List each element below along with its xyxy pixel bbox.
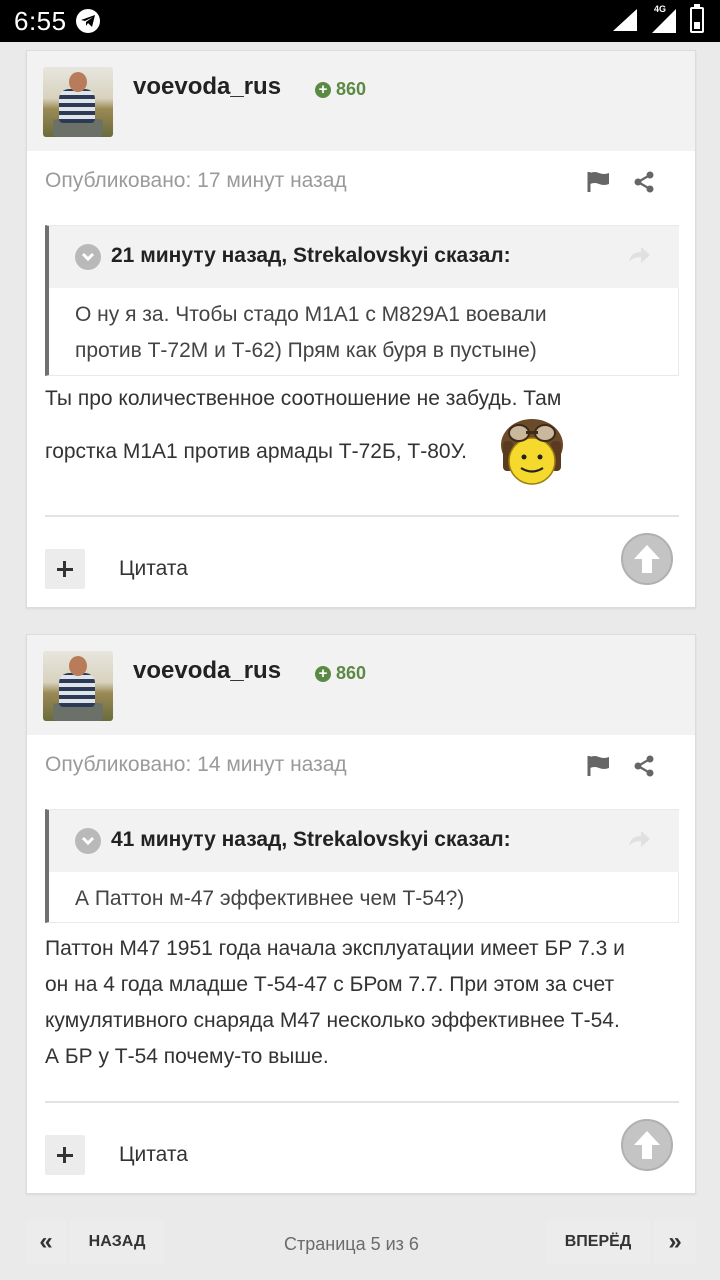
last-page-button[interactable]: » bbox=[654, 1220, 696, 1264]
share-icon[interactable] bbox=[633, 171, 655, 193]
post-body-line: Ты про количественное соотношение не заб… bbox=[45, 387, 562, 410]
quote-link-icon[interactable] bbox=[627, 246, 651, 264]
reputation-badge: + 860 bbox=[315, 79, 366, 100]
post-body-line: он на 4 года младше Т-54-47 с БРом 7.7. … bbox=[45, 973, 615, 996]
flag-icon[interactable] bbox=[587, 171, 611, 193]
post-date: Опубликовано: 17 минут назад bbox=[45, 169, 347, 192]
double-chevron-right-icon: » bbox=[668, 1228, 682, 1255]
plus-circle-icon: + bbox=[315, 665, 331, 682]
post-card: voevoda_rus + 860 Опубликовано: 14 минут… bbox=[26, 634, 696, 1194]
multiquote-add-button[interactable] bbox=[45, 549, 85, 589]
quote-button[interactable]: Цитата bbox=[119, 557, 188, 581]
share-icon[interactable] bbox=[633, 755, 655, 777]
quote-line: О ну я за. Чтобы стадо М1А1 с М829А1 вое… bbox=[75, 303, 547, 326]
quote-button[interactable]: Цитата bbox=[119, 1143, 188, 1167]
flag-icon[interactable] bbox=[587, 755, 611, 777]
quote-attribution: 21 минуту назад, Strekalovskyi сказал: bbox=[111, 244, 511, 267]
post-body-line: горстка М1А1 против армады Т-72Б, Т-80У. bbox=[45, 440, 467, 463]
avatar[interactable] bbox=[43, 67, 113, 137]
post-header: voevoda_rus + 860 bbox=[27, 51, 695, 151]
post-date: Опубликовано: 14 минут назад bbox=[45, 753, 347, 776]
post-body-line: Паттон М47 1951 года начала эксплуатации… bbox=[45, 937, 625, 960]
status-bar: 6:55 4G bbox=[0, 0, 720, 42]
author-name[interactable]: voevoda_rus bbox=[133, 657, 281, 685]
double-chevron-left-icon: « bbox=[39, 1228, 53, 1255]
author-name[interactable]: voevoda_rus bbox=[133, 73, 281, 101]
divider bbox=[45, 1101, 679, 1103]
page-indicator[interactable]: Страница 5 из 6 bbox=[284, 1234, 419, 1255]
battery-icon bbox=[690, 4, 704, 33]
reputation-value: 860 bbox=[336, 79, 367, 99]
upvote-button[interactable] bbox=[621, 1119, 673, 1171]
quote-line: против Т-72М и Т-62) Прям как буря в пус… bbox=[75, 339, 537, 362]
quote-attribution: 41 минуту назад, Strekalovskyi сказал: bbox=[111, 828, 511, 851]
quote-block: 21 минуту назад, Strekalovskyi сказал: О… bbox=[45, 225, 679, 376]
forward-button[interactable]: ВПЕРЁД bbox=[546, 1220, 650, 1264]
quote-line: А Паттон м-47 эффективнее чем Т-54?) bbox=[75, 887, 465, 910]
plus-circle-icon: + bbox=[315, 81, 331, 98]
back-button[interactable]: НАЗАД bbox=[70, 1220, 164, 1264]
quote-block: 41 минуту назад, Strekalovskyi сказал: А… bbox=[45, 809, 679, 923]
cell-signal-icon bbox=[652, 9, 676, 33]
avatar[interactable] bbox=[43, 651, 113, 721]
chevron-down-icon[interactable] bbox=[75, 244, 101, 270]
multiquote-add-button[interactable] bbox=[45, 1135, 85, 1175]
reputation-badge: + 860 bbox=[315, 663, 366, 684]
reputation-value: 860 bbox=[336, 663, 367, 683]
post-body-line: кумулятивного снаряда М47 несколько эффе… bbox=[45, 1009, 620, 1032]
chevron-down-icon[interactable] bbox=[75, 828, 101, 854]
telegram-icon bbox=[76, 9, 100, 33]
pilot-smiley-icon bbox=[501, 419, 563, 485]
quote-header: 21 минуту назад, Strekalovskyi сказал: bbox=[49, 226, 679, 288]
wifi-signal-icon bbox=[613, 9, 637, 31]
upvote-button[interactable] bbox=[621, 533, 673, 585]
divider bbox=[45, 515, 679, 517]
post-card: voevoda_rus + 860 Опубликовано: 17 минут… bbox=[26, 50, 696, 608]
post-header: voevoda_rus + 860 bbox=[27, 635, 695, 735]
first-page-button[interactable]: « bbox=[26, 1220, 66, 1264]
quote-link-icon[interactable] bbox=[627, 830, 651, 848]
clock: 6:55 bbox=[14, 6, 67, 36]
quote-header: 41 минуту назад, Strekalovskyi сказал: bbox=[49, 810, 679, 872]
post-body-line: А БР у Т-54 почему-то выше. bbox=[45, 1045, 329, 1068]
